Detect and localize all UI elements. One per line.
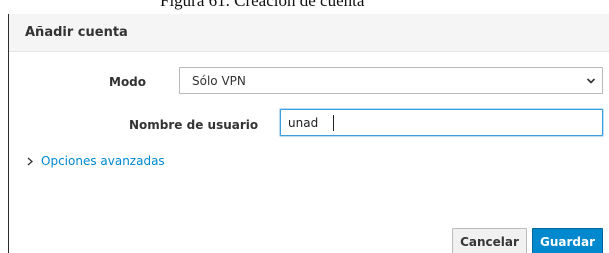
dialog-title: Añadir cuenta (25, 25, 128, 40)
save-button[interactable]: Guardar (532, 228, 603, 253)
mode-label: Modo (109, 75, 147, 89)
cancel-button[interactable]: Cancelar (452, 228, 527, 253)
username-label: Nombre de usuario (129, 118, 259, 132)
mode-select[interactable]: Sólo VPN (179, 67, 603, 94)
text-caret (333, 115, 334, 131)
chevron-down-icon (586, 78, 596, 84)
username-input-value: unad (288, 116, 319, 130)
mode-select-value: Sólo VPN (192, 74, 246, 88)
dialog-header: Añadir cuenta (9, 14, 609, 52)
username-input[interactable]: unad (280, 109, 603, 136)
advanced-options-link[interactable]: Opciones avanzadas (41, 154, 165, 168)
chevron-right-icon (27, 157, 33, 165)
advanced-options-toggle[interactable]: Opciones avanzadas (26, 153, 165, 169)
figure-caption-text: Figura 61. Creación de cuenta (160, 0, 365, 10)
add-account-dialog: Añadir cuenta Modo Sólo VPN Nombre de us… (8, 14, 609, 253)
figure-caption: Figura 61. Creación de cuenta (0, 0, 609, 14)
